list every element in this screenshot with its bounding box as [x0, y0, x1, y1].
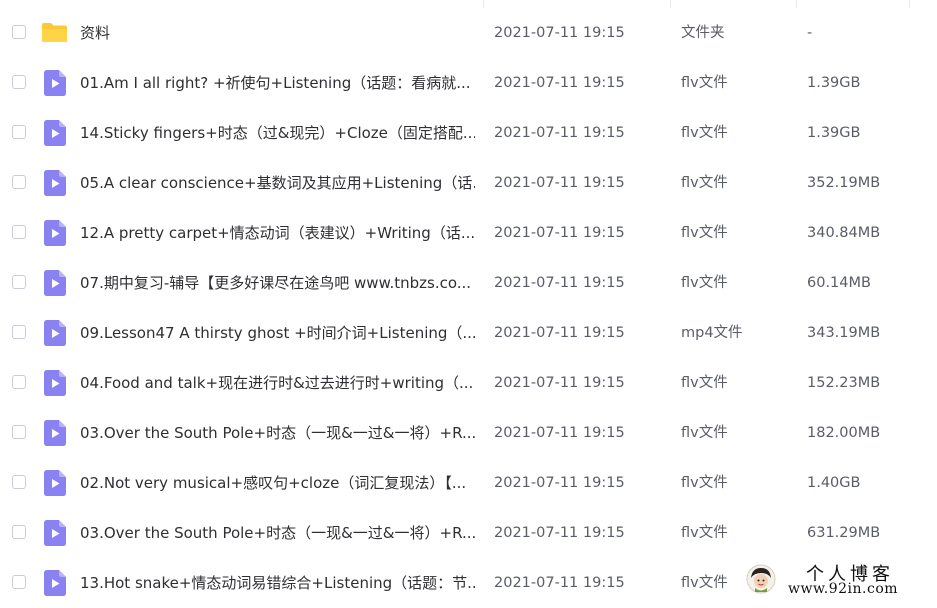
row-checkbox[interactable]	[12, 525, 26, 539]
file-modified-date: 2021-07-11 19:15	[494, 375, 625, 391]
file-modified-date: 2021-07-11 19:15	[494, 225, 625, 241]
file-list: 资料 2021-07-11 19:15 文件夹 - 01.Am I all right?…	[0, 0, 937, 601]
file-name[interactable]: 04.Food and talk+现在进行时&过去进行时+writing（...	[80, 358, 475, 408]
file-row[interactable]: 04.Food and talk+现在进行时&过去进行时+writing（...…	[0, 358, 937, 408]
file-size: 1.40GB	[807, 475, 861, 491]
file-size: 343.19MB	[807, 325, 881, 341]
video-file-icon	[44, 570, 66, 596]
file-type: flv文件	[681, 525, 728, 541]
row-checkbox[interactable]	[12, 425, 26, 439]
file-name[interactable]: 12.A pretty carpet+情态动词（表建议）+Writing（话..…	[80, 208, 475, 258]
file-modified-date: 2021-07-11 19:15	[494, 175, 625, 191]
file-type: flv文件	[681, 425, 728, 441]
row-checkbox[interactable]	[12, 225, 26, 239]
file-type: flv文件	[681, 475, 728, 491]
file-row[interactable]: 03.Over the South Pole+时态（一现&一过&一将）+R...…	[0, 508, 937, 558]
file-row[interactable]: 09.Lesson47 A thirsty ghost +时间介词+Listen…	[0, 308, 937, 358]
file-size: 631.29MB	[807, 525, 881, 541]
video-file-icon	[44, 420, 66, 446]
watermark-url: www.92in.com	[788, 581, 899, 597]
video-file-icon	[44, 470, 66, 496]
row-checkbox[interactable]	[12, 125, 26, 139]
file-name[interactable]: 03.Over the South Pole+时态（一现&一过&一将）+R...	[80, 408, 475, 458]
file-name[interactable]: 09.Lesson47 A thirsty ghost +时间介词+Listen…	[80, 308, 475, 358]
file-name[interactable]: 03.Over the South Pole+时态（一现&一过&一将）+R...	[80, 508, 475, 558]
column-divider	[909, 0, 910, 8]
file-type: flv文件	[681, 225, 728, 241]
video-file-icon	[44, 120, 66, 146]
video-file-icon	[44, 70, 66, 96]
file-row[interactable]: 14.Sticky fingers+时态（过&现完）+Cloze（固定搭配...…	[0, 108, 937, 158]
file-modified-date: 2021-07-11 19:15	[494, 525, 625, 541]
file-name[interactable]: 14.Sticky fingers+时态（过&现完）+Cloze（固定搭配...	[80, 108, 475, 158]
file-name[interactable]: 01.Am I all right? +祈使句+Listening（话题：看病就…	[80, 58, 475, 108]
column-divider	[796, 0, 797, 8]
file-size: 182.00MB	[807, 425, 881, 441]
file-type: flv文件	[681, 375, 728, 391]
file-size: -	[807, 25, 813, 41]
row-checkbox[interactable]	[12, 475, 26, 489]
file-type: flv文件	[681, 75, 728, 91]
row-checkbox[interactable]	[12, 175, 26, 189]
file-modified-date: 2021-07-11 19:15	[494, 475, 625, 491]
file-type: 文件夹	[681, 25, 725, 41]
file-modified-date: 2021-07-11 19:15	[494, 75, 625, 91]
file-name[interactable]: 05.A clear conscience+基数词及其应用+Listening（…	[80, 158, 475, 208]
blog-watermark: 个人博客 www.92in.com	[740, 556, 937, 601]
file-type: flv文件	[681, 275, 728, 291]
file-row[interactable]: 03.Over the South Pole+时态（一现&一过&一将）+R...…	[0, 408, 937, 458]
column-divider	[483, 0, 484, 8]
video-file-icon	[44, 170, 66, 196]
file-row[interactable]: 资料 2021-07-11 19:15 文件夹 -	[0, 8, 937, 58]
row-checkbox[interactable]	[12, 275, 26, 289]
file-name[interactable]: 02.Not very musical+感叹句+cloze（词汇复现法）【...	[80, 458, 475, 508]
file-row[interactable]: 12.A pretty carpet+情态动词（表建议）+Writing（话..…	[0, 208, 937, 258]
file-modified-date: 2021-07-11 19:15	[494, 125, 625, 141]
file-type: mp4文件	[681, 325, 743, 341]
file-size: 1.39GB	[807, 75, 861, 91]
file-modified-date: 2021-07-11 19:15	[494, 25, 625, 41]
file-type: flv文件	[681, 175, 728, 191]
file-size: 352.19MB	[807, 175, 881, 191]
file-row[interactable]: 07.期中复习-辅导【更多好课尽在途鸟吧 www.tnbzs.co... 2021…	[0, 258, 937, 308]
file-row[interactable]: 01.Am I all right? +祈使句+Listening（话题：看病就…	[0, 58, 937, 108]
video-file-icon	[44, 370, 66, 396]
row-checkbox[interactable]	[12, 575, 26, 589]
file-modified-date: 2021-07-11 19:15	[494, 325, 625, 341]
row-checkbox[interactable]	[12, 375, 26, 389]
file-size: 152.23MB	[807, 375, 881, 391]
video-file-icon	[44, 220, 66, 246]
video-file-icon	[44, 520, 66, 546]
video-file-icon	[44, 320, 66, 346]
row-checkbox[interactable]	[12, 75, 26, 89]
file-type: flv文件	[681, 125, 728, 141]
row-checkbox[interactable]	[12, 25, 26, 39]
file-size: 1.39GB	[807, 125, 861, 141]
avatar-icon	[746, 564, 776, 594]
folder-icon	[42, 23, 67, 42]
column-divider	[670, 0, 671, 8]
file-name[interactable]: 07.期中复习-辅导【更多好课尽在途鸟吧 www.tnbzs.co...	[80, 258, 475, 308]
file-row[interactable]: 05.A clear conscience+基数词及其应用+Listening（…	[0, 158, 937, 208]
file-modified-date: 2021-07-11 19:15	[494, 425, 625, 441]
video-file-icon	[44, 270, 66, 296]
file-name[interactable]: 资料	[80, 8, 475, 58]
row-checkbox[interactable]	[12, 325, 26, 339]
file-size: 60.14MB	[807, 275, 871, 291]
file-size: 340.84MB	[807, 225, 881, 241]
file-modified-date: 2021-07-11 19:15	[494, 275, 625, 291]
file-row[interactable]: 02.Not very musical+感叹句+cloze（词汇复现法）【...…	[0, 458, 937, 508]
